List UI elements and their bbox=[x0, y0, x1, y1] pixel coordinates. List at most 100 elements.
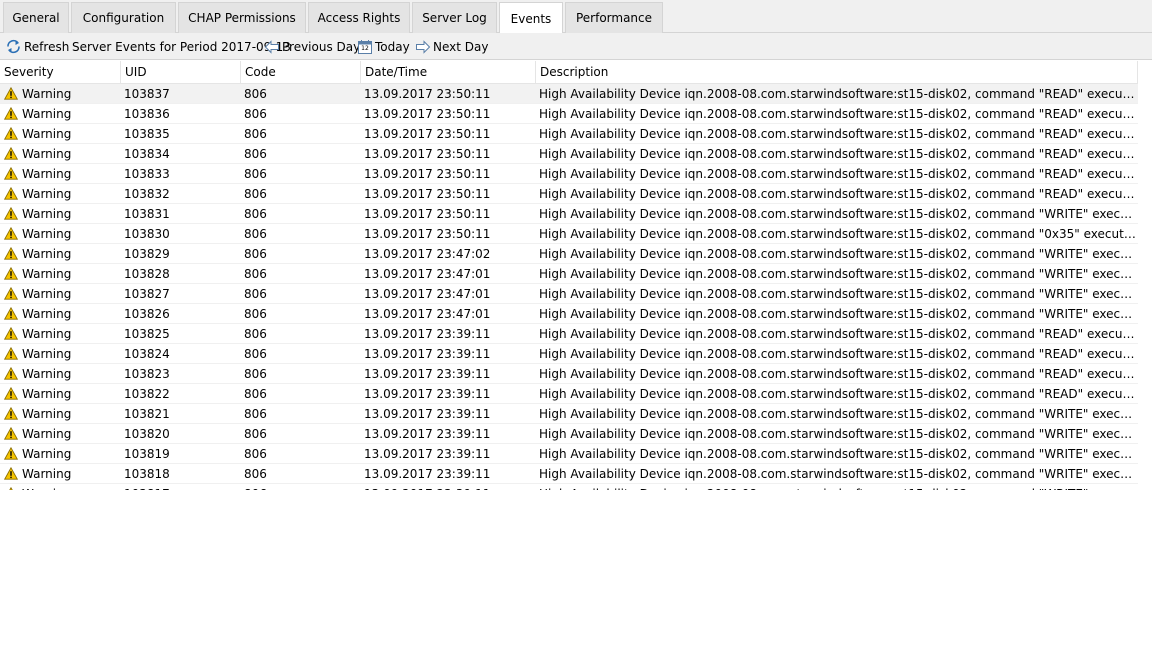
datetime-cell: 13.09.2017 23:50:11 bbox=[364, 167, 491, 181]
table-row[interactable]: Warning 103819 806 13.09.2017 23:39:11 High … bbox=[0, 444, 1138, 464]
severity-cell: Warning bbox=[22, 467, 72, 481]
tab-chap-permissions[interactable]: CHAP Permissions bbox=[178, 2, 306, 33]
table-row[interactable]: Warning 103834 806 13.09.2017 23:50:11 High … bbox=[0, 144, 1138, 164]
column-header-datetime[interactable]: Date/Time bbox=[361, 61, 536, 84]
datetime-cell: 13.09.2017 23:39:11 bbox=[364, 427, 491, 441]
warning-icon bbox=[3, 466, 19, 483]
tab-general[interactable]: General bbox=[3, 2, 69, 33]
table-row[interactable]: Warning 103818 806 13.09.2017 23:39:11 High … bbox=[0, 464, 1138, 484]
uid-cell: 103826 bbox=[124, 307, 170, 321]
tab-access-rights[interactable]: Access Rights bbox=[308, 2, 410, 33]
code-cell: 806 bbox=[244, 267, 267, 281]
description-cell: High Availability Device iqn.2008-08.com… bbox=[539, 407, 1136, 421]
warning-icon bbox=[3, 306, 19, 323]
severity-cell: Warning bbox=[22, 447, 72, 461]
severity-cell: Warning bbox=[22, 247, 72, 261]
warning-icon bbox=[3, 106, 19, 123]
severity-cell: Warning bbox=[22, 207, 72, 221]
table-row[interactable]: Warning 103836 806 13.09.2017 23:50:11 High … bbox=[0, 104, 1138, 124]
severity-cell: Warning bbox=[22, 427, 72, 441]
table-row[interactable]: Warning 103828 806 13.09.2017 23:47:01 High … bbox=[0, 264, 1138, 284]
description-cell: High Availability Device iqn.2008-08.com… bbox=[539, 267, 1136, 281]
uid-cell: 103832 bbox=[124, 187, 170, 201]
warning-icon bbox=[3, 246, 19, 263]
warning-icon bbox=[3, 266, 19, 283]
column-header-code[interactable]: Code bbox=[241, 61, 361, 84]
events-table[interactable]: Severity UID Code Date/Time Description … bbox=[0, 61, 1150, 490]
code-cell: 806 bbox=[244, 207, 267, 221]
code-cell: 806 bbox=[244, 387, 267, 401]
uid-cell: 103831 bbox=[124, 207, 170, 221]
table-row[interactable]: Warning 103830 806 13.09.2017 23:50:11 High … bbox=[0, 224, 1138, 244]
table-row[interactable]: Warning 103826 806 13.09.2017 23:47:01 High … bbox=[0, 304, 1138, 324]
today-label: Today bbox=[375, 39, 410, 54]
table-row[interactable]: Warning 103833 806 13.09.2017 23:50:11 High … bbox=[0, 164, 1138, 184]
next-day-button[interactable]: Next Day bbox=[415, 33, 488, 60]
datetime-cell: 13.09.2017 23:39:11 bbox=[364, 484, 536, 490]
code-cell: 806 bbox=[244, 167, 267, 181]
table-row[interactable]: Warning 103824 806 13.09.2017 23:39:11 High … bbox=[0, 344, 1138, 364]
code-cell: 806 bbox=[244, 287, 267, 301]
datetime-cell: 13.09.2017 23:50:11 bbox=[364, 227, 491, 241]
datetime-cell: 13.09.2017 23:50:11 bbox=[364, 127, 491, 141]
warning-icon bbox=[3, 426, 19, 443]
column-header-severity[interactable]: Severity bbox=[0, 61, 121, 84]
description-cell: High Availability Device iqn.2008-08.com… bbox=[539, 347, 1136, 361]
table-row[interactable]: Warning 103832 806 13.09.2017 23:50:11 High … bbox=[0, 184, 1138, 204]
table-row[interactable]: Warning 103837 806 13.09.2017 23:50:11 High … bbox=[0, 84, 1138, 104]
code-cell: 806 bbox=[244, 147, 267, 161]
uid-cell: 103822 bbox=[124, 387, 170, 401]
table-row[interactable]: Warning 103817 806 13.09.2017 23:39:11High … bbox=[0, 484, 1138, 490]
severity-cell: Warning bbox=[22, 367, 72, 381]
column-header-uid[interactable]: UID bbox=[121, 61, 241, 84]
warning-icon bbox=[3, 326, 19, 343]
refresh-button[interactable]: Refresh bbox=[5, 33, 69, 60]
arrow-left-icon bbox=[264, 39, 280, 55]
table-row[interactable]: Warning 103820 806 13.09.2017 23:39:11 High … bbox=[0, 424, 1138, 444]
previous-day-button[interactable]: Previous Day bbox=[264, 33, 360, 60]
severity-cell: Warning bbox=[22, 267, 72, 281]
period-label: Server Events for Period 2017-09-13 bbox=[72, 39, 291, 54]
uid-cell: 103824 bbox=[124, 347, 170, 361]
description-cell: High Availability Device iqn.2008-08.com… bbox=[539, 327, 1136, 341]
description-cell: High Availability Device iqn.2008-08.com… bbox=[539, 107, 1136, 121]
warning-icon bbox=[3, 386, 19, 403]
warning-icon bbox=[4, 486, 18, 490]
warning-icon bbox=[3, 446, 19, 463]
code-cell: 806 bbox=[244, 447, 267, 461]
uid-cell: 103835 bbox=[124, 127, 170, 141]
table-row[interactable]: Warning 103827 806 13.09.2017 23:47:01 High … bbox=[0, 284, 1138, 304]
severity-cell: Warning bbox=[22, 107, 72, 121]
table-row[interactable]: Warning 103829 806 13.09.2017 23:47:02 High … bbox=[0, 244, 1138, 264]
table-row[interactable]: Warning 103822 806 13.09.2017 23:39:11 High … bbox=[0, 384, 1138, 404]
warning-icon bbox=[3, 86, 19, 103]
today-button[interactable]: 12 Today bbox=[357, 33, 410, 60]
description-cell: High Availability Device iqn.2008-08.com… bbox=[539, 247, 1136, 261]
uid-cell: 103823 bbox=[124, 367, 170, 381]
datetime-cell: 13.09.2017 23:47:01 bbox=[364, 287, 491, 301]
tab-bar: General Configuration CHAP Permissions A… bbox=[0, 0, 1152, 34]
datetime-cell: 13.09.2017 23:50:11 bbox=[364, 147, 491, 161]
table-row[interactable]: Warning 103835 806 13.09.2017 23:50:11 High … bbox=[0, 124, 1138, 144]
warning-icon bbox=[3, 286, 19, 303]
code-cell: 806 bbox=[244, 307, 267, 321]
table-header: Severity UID Code Date/Time Description bbox=[0, 61, 1138, 84]
severity-cell: Warning bbox=[22, 187, 72, 201]
calendar-icon: 12 bbox=[357, 39, 373, 55]
description-cell: High Availability Device iqn.2008-08.com… bbox=[539, 207, 1136, 221]
tab-events[interactable]: Events bbox=[499, 2, 563, 34]
calendar-icon-day: 12 bbox=[361, 44, 369, 52]
table-row[interactable]: Warning 103831 806 13.09.2017 23:50:11 High … bbox=[0, 204, 1138, 224]
warning-icon bbox=[3, 206, 19, 223]
tab-server-log[interactable]: Server Log bbox=[412, 2, 497, 33]
column-header-description[interactable]: Description bbox=[536, 61, 1138, 84]
table-row[interactable]: Warning 103821 806 13.09.2017 23:39:11 High … bbox=[0, 404, 1138, 424]
table-row[interactable]: Warning 103823 806 13.09.2017 23:39:11 High … bbox=[0, 364, 1138, 384]
description-cell: High Availability Device iqn.2008-08.com… bbox=[539, 287, 1136, 301]
tab-performance[interactable]: Performance bbox=[565, 2, 663, 33]
table-row[interactable]: Warning 103825 806 13.09.2017 23:39:11 High … bbox=[0, 324, 1138, 344]
description-cell: High Availability Device iqn.2008-08.com… bbox=[539, 307, 1136, 321]
code-cell: 806 bbox=[244, 127, 267, 141]
tab-configuration[interactable]: Configuration bbox=[71, 2, 176, 33]
datetime-cell: 13.09.2017 23:39:11 bbox=[364, 347, 491, 361]
